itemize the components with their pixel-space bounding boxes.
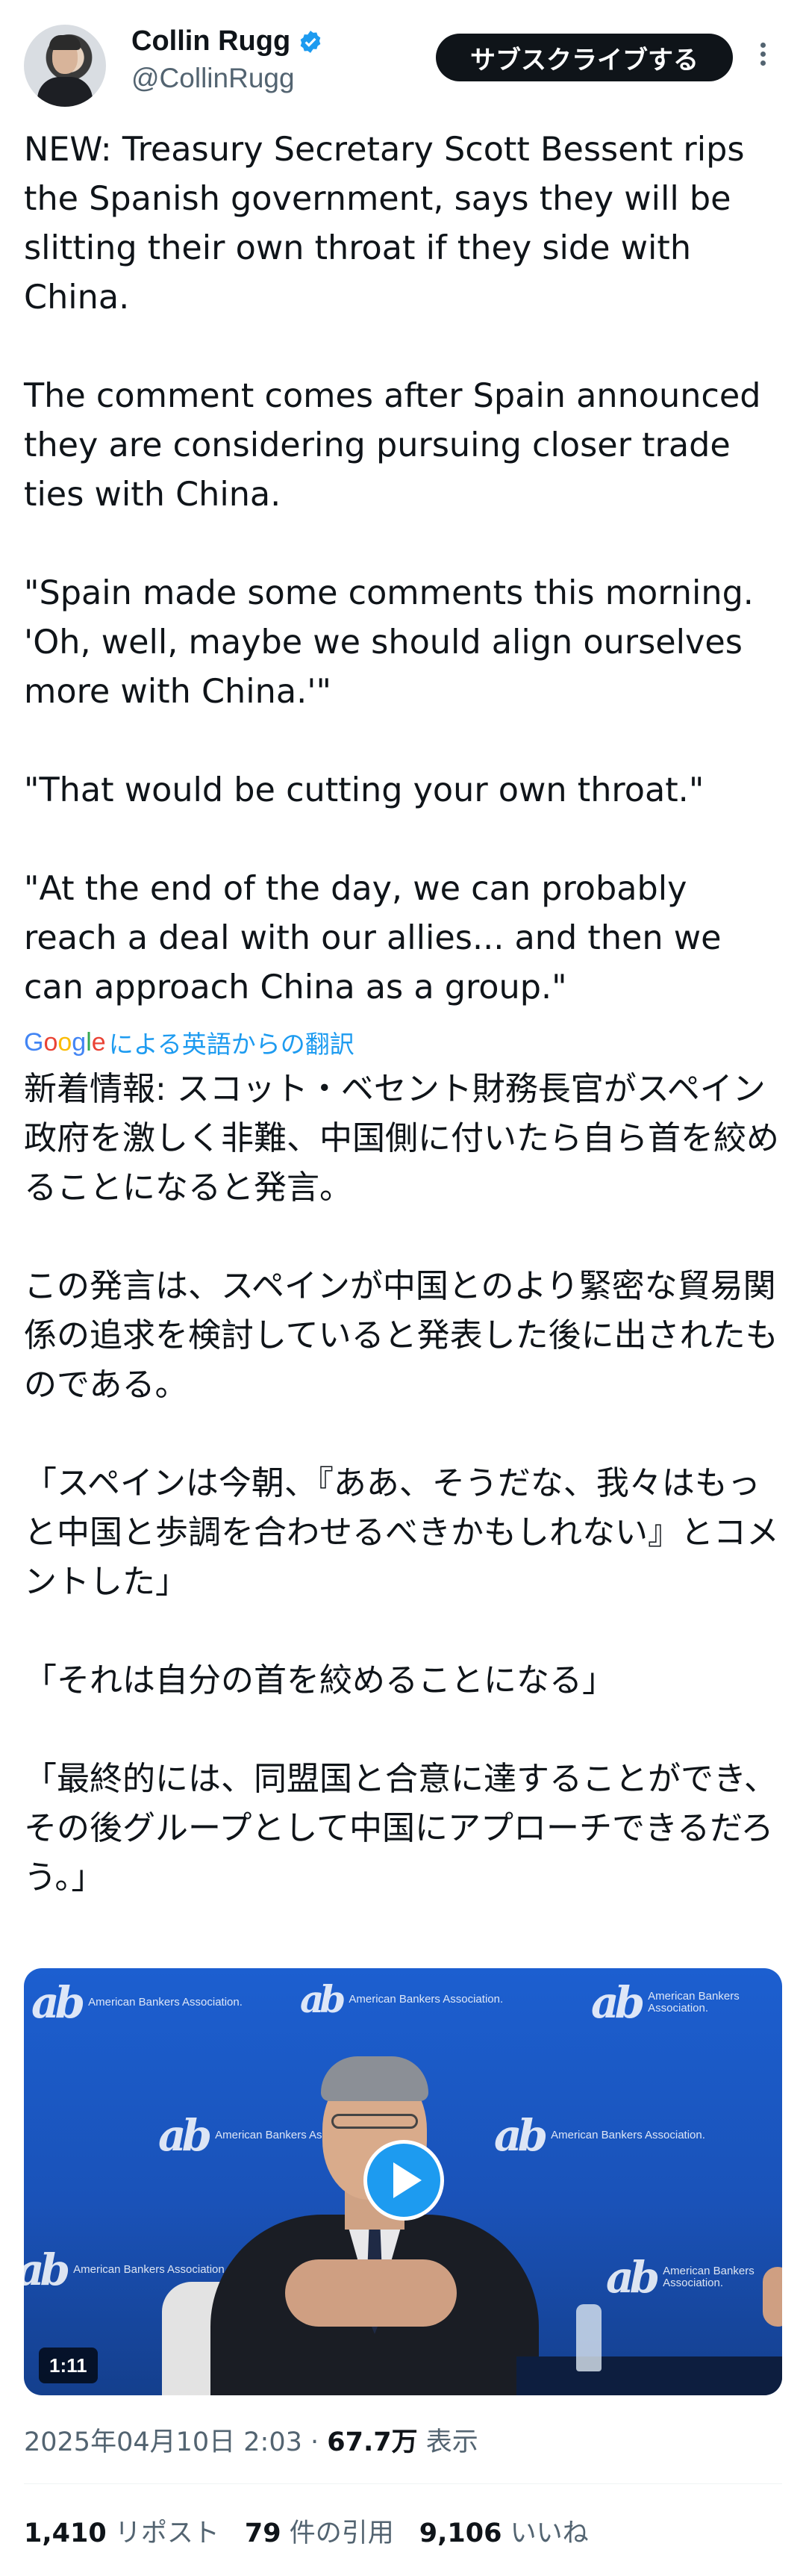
views-count: 67.7万 xyxy=(327,2427,418,2457)
subscribe-button[interactable]: サブスクライブする xyxy=(436,34,733,81)
speaker-glasses xyxy=(331,2114,418,2129)
display-name[interactable]: Collin Rugg xyxy=(131,25,290,57)
avatar-shirt xyxy=(37,77,93,107)
interviewer-hand xyxy=(763,2267,782,2327)
play-icon[interactable] xyxy=(363,2140,444,2221)
more-vertical-icon[interactable] xyxy=(755,39,770,76)
aba-logo: abAmerican Bankers Association. xyxy=(300,1977,504,2021)
divider xyxy=(24,2483,782,2484)
likes-count: 9,106 xyxy=(419,2519,502,2548)
reposts-stat[interactable]: 1,410 リポスト xyxy=(24,2512,219,2550)
quotes-stat[interactable]: 79 件の引用 xyxy=(245,2512,394,2550)
avatar-hair xyxy=(49,35,81,50)
aba-logo: abAmerican Bankers Association. xyxy=(606,2252,755,2303)
meta-separator: · xyxy=(310,2427,319,2457)
name-row: Collin Rugg xyxy=(131,25,323,57)
aba-logo: abAmerican Bankers Association. xyxy=(31,1977,243,2028)
video-duration: 1:11 xyxy=(39,2348,98,2383)
aba-logo: abAmerican Bankers Association. xyxy=(494,2110,705,2161)
views-label: 表示 xyxy=(425,2427,478,2457)
likes-label: いいね xyxy=(510,2519,589,2548)
tweet-text: NEW: Treasury Secretary Scott Bessent ri… xyxy=(24,131,761,1007)
avatar[interactable] xyxy=(24,25,106,107)
speaker-hands xyxy=(285,2259,457,2327)
translation-label: による英語からの翻訳 xyxy=(108,1030,354,1059)
engagement-stats: 1,410 リポスト 79 件の引用 9,106 いいね xyxy=(24,2512,589,2550)
timestamp[interactable]: 2025年04月10日 2:03 xyxy=(24,2427,302,2457)
speaker-hair xyxy=(321,2056,428,2101)
aba-logo: abAmerican Bankers Association. xyxy=(591,1977,740,2028)
handle[interactable]: @CollinRugg xyxy=(131,63,295,94)
tweet-meta: 2025年04月10日 2:03 · 67.7万 表示 xyxy=(24,2421,478,2459)
google-logo: Google xyxy=(24,1027,106,1057)
video-player[interactable]: ab American Bankers Association. ab Americ… xyxy=(24,1968,782,2395)
table xyxy=(516,2356,782,2395)
translated-text: 新着情報: スコット・ベセント財務長官がスペイン政府を激しく非難、中国側に付いた… xyxy=(24,1070,779,1897)
likes-stat[interactable]: 9,106 いいね xyxy=(419,2512,589,2550)
quotes-label: 件の引用 xyxy=(289,2519,394,2548)
reposts-label: リポスト xyxy=(114,2519,219,2548)
reposts-count: 1,410 xyxy=(24,2519,107,2548)
quotes-count: 79 xyxy=(244,2519,281,2548)
water-bottle xyxy=(576,2304,602,2371)
verified-badge-icon xyxy=(300,30,321,53)
tweet-header: Collin Rugg @CollinRugg サブスクライブする xyxy=(0,0,806,127)
translation-attribution[interactable]: Google による英語からの翻訳 xyxy=(24,1024,354,1060)
